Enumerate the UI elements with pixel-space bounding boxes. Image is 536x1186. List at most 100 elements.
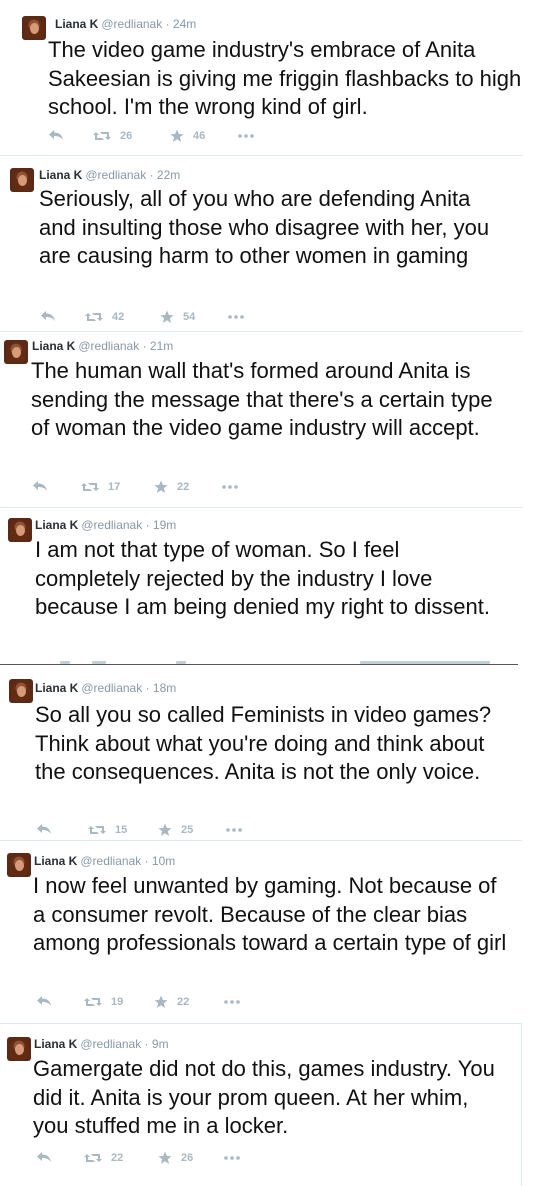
user-name[interactable]: Liana K — [39, 168, 82, 182]
more-dots-icon — [228, 315, 244, 319]
timestamp[interactable]: 19m — [153, 518, 176, 532]
timestamp[interactable]: 21m — [150, 339, 173, 353]
favorite-button[interactable]: 22 — [154, 480, 189, 494]
favorite-count: 22 — [177, 996, 190, 1008]
tweet-header: Liana K @redlianak · 19m — [35, 517, 176, 533]
favorite-button[interactable]: 25 — [158, 823, 193, 837]
retweet-button[interactable]: 15 — [88, 823, 127, 837]
favorite-button[interactable]: 22 — [154, 995, 189, 1009]
star-icon — [154, 995, 168, 1008]
more-button[interactable] — [238, 134, 254, 138]
tweet-header: Liana K @redlianak · 18m — [35, 680, 176, 696]
separator-dot: · — [144, 1037, 152, 1051]
timestamp[interactable]: 24m — [173, 17, 196, 31]
reply-icon — [37, 1152, 51, 1162]
user-handle[interactable]: @redlianak — [81, 518, 142, 532]
reply-button[interactable] — [32, 480, 48, 492]
tweet-card[interactable]: Liana K @redlianak · 10m I now feel unwan… — [0, 840, 522, 1023]
tweet-header: Liana K @redlianak · 21m — [32, 338, 173, 354]
user-name[interactable]: Liana K — [35, 518, 78, 532]
favorite-count: 26 — [181, 1152, 194, 1164]
avatar[interactable] — [4, 340, 28, 364]
reply-button[interactable] — [40, 310, 56, 322]
retweet-count: 26 — [120, 130, 133, 142]
separator-dot: · — [145, 681, 153, 695]
more-button[interactable] — [224, 1000, 240, 1004]
more-dots-icon — [222, 485, 238, 489]
tweet-header: Liana K @redlianak · 10m — [34, 853, 175, 869]
retweet-button[interactable]: 17 — [81, 480, 120, 494]
user-handle[interactable]: @redlianak — [80, 1037, 141, 1051]
reply-button[interactable] — [48, 129, 64, 141]
avatar[interactable] — [9, 679, 33, 703]
favorite-count: 46 — [193, 130, 206, 142]
tweet-header: Liana K @redlianak · 9m — [34, 1036, 169, 1052]
tweet-card[interactable]: Liana K @redlianak · 22m Seriously, all o… — [0, 155, 522, 331]
tweet-text: The video game industry's embrace of Ani… — [48, 37, 522, 119]
favorite-button[interactable]: 26 — [158, 1151, 193, 1165]
separator-dot: · — [145, 518, 153, 532]
tweet-actions: 19 22 — [36, 995, 256, 1011]
favorite-count: 22 — [177, 481, 190, 493]
tweet-actions: 15 25 — [36, 823, 256, 839]
reply-icon — [37, 824, 51, 834]
retweet-count: 15 — [115, 824, 128, 836]
more-button[interactable] — [222, 485, 238, 489]
tweet-actions: 26 46 — [48, 129, 268, 145]
tweet-header: Liana K @redlianak · 22m — [39, 167, 180, 183]
retweet-button[interactable]: 42 — [85, 310, 124, 324]
tweet-card[interactable]: Liana K @redlianak · 9m Gamergate did not… — [0, 1023, 522, 1186]
timestamp[interactable]: 18m — [153, 681, 176, 695]
reply-button[interactable] — [36, 1151, 52, 1163]
more-button[interactable] — [224, 1156, 240, 1160]
favorite-button[interactable]: 54 — [160, 310, 195, 324]
reply-button[interactable] — [36, 995, 52, 1007]
tweet-card[interactable]: Liana K @redlianak · 21m The human wall t… — [0, 331, 522, 507]
avatar[interactable] — [10, 168, 34, 192]
divider — [0, 840, 522, 841]
timestamp[interactable]: 10m — [152, 854, 175, 868]
reply-icon — [33, 481, 47, 491]
avatar[interactable] — [7, 1037, 31, 1061]
user-handle[interactable]: @redlianak — [78, 339, 139, 353]
retweet-button[interactable]: 26 — [93, 129, 132, 143]
avatar[interactable] — [22, 16, 46, 40]
tweet-card[interactable]: Liana K @redlianak · 18m So all you so ca… — [0, 668, 536, 840]
retweet-icon — [81, 483, 99, 491]
retweet-button[interactable]: 19 — [84, 995, 123, 1009]
divider — [0, 507, 522, 508]
user-name[interactable]: Liana K — [35, 681, 78, 695]
more-button[interactable] — [226, 828, 242, 832]
retweet-icon — [88, 826, 106, 834]
reply-icon — [37, 996, 51, 1006]
more-button[interactable] — [228, 315, 244, 319]
star-icon — [160, 310, 174, 323]
tweet-card[interactable]: Liana K @redlianak · 19m I am not that ty… — [0, 507, 522, 665]
favorite-count: 25 — [181, 824, 194, 836]
retweet-count: 17 — [108, 481, 121, 493]
retweet-icon — [84, 1154, 102, 1162]
user-name[interactable]: Liana K — [55, 17, 98, 31]
user-handle[interactable]: @redlianak — [81, 681, 142, 695]
avatar[interactable] — [7, 853, 31, 877]
user-handle[interactable]: @redlianak — [101, 17, 162, 31]
favorite-button[interactable]: 46 — [170, 129, 205, 143]
separator-dot: · — [142, 339, 150, 353]
retweet-button[interactable]: 22 — [84, 1151, 123, 1165]
user-handle[interactable]: @redlianak — [85, 168, 146, 182]
user-name[interactable]: Liana K — [32, 339, 75, 353]
timestamp[interactable]: 9m — [152, 1037, 169, 1051]
reply-icon — [49, 130, 63, 140]
crop-line — [0, 664, 518, 665]
timestamp[interactable]: 22m — [157, 168, 180, 182]
user-handle[interactable]: @redlianak — [80, 854, 141, 868]
more-dots-icon — [238, 134, 254, 138]
retweet-count: 42 — [112, 311, 125, 323]
avatar[interactable] — [8, 518, 32, 542]
tweet-actions: 17 22 — [32, 480, 252, 496]
tweet-text: Gamergate did not do this, games industr… — [33, 1056, 495, 1138]
user-name[interactable]: Liana K — [34, 854, 77, 868]
user-name[interactable]: Liana K — [34, 1037, 77, 1051]
tweet-card[interactable]: Liana K @redlianak · 24m The video game i… — [0, 0, 522, 155]
reply-button[interactable] — [36, 823, 52, 835]
